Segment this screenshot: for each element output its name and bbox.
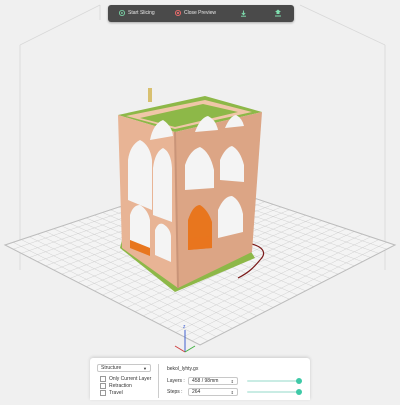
export-icon — [274, 9, 281, 17]
start-slicing-label: Start Slicing — [128, 10, 155, 16]
close-preview-label: Close Preview — [184, 10, 216, 16]
file-name: bekol_lyhty.gx — [167, 366, 199, 372]
chevron-down-icon: ▼ — [143, 365, 147, 371]
layers-label: Layers : — [167, 378, 185, 384]
start-slicing-button[interactable]: Start Slicing — [119, 10, 155, 16]
download-icon — [240, 10, 246, 17]
checkbox[interactable] — [100, 376, 106, 382]
layers-value: 458 / 98mm — [192, 378, 219, 384]
layers-slider-handle[interactable] — [296, 378, 302, 384]
option-only-current-layer[interactable]: Only Current Layer — [100, 376, 151, 382]
close-preview-button[interactable]: Close Preview — [175, 10, 216, 16]
steps-input[interactable]: 264 ⇕ — [188, 388, 238, 396]
layers-input[interactable]: 458 / 98mm ⇕ — [188, 377, 238, 385]
stepper-icon[interactable]: ⇕ — [231, 379, 234, 384]
build-volume-scene: z — [3, 4, 397, 353]
checkbox[interactable] — [100, 390, 106, 396]
steps-slider-handle[interactable] — [296, 389, 302, 395]
close-icon — [175, 10, 181, 16]
export-button[interactable] — [274, 9, 283, 17]
panel-divider — [158, 364, 159, 398]
option-travel[interactable]: Travel — [100, 390, 123, 396]
preview-toolbar: Start Slicing Close Preview — [108, 5, 294, 22]
view-mode-value: Structure — [101, 365, 122, 371]
steps-label: Steps : — [167, 389, 183, 395]
steps-slider[interactable] — [247, 389, 302, 395]
layers-slider[interactable] — [247, 378, 302, 384]
steps-value: 264 — [192, 389, 201, 395]
stepper-icon[interactable]: ⇕ — [231, 390, 234, 395]
preview-control-panel: Structure ▼ Only Current Layer Retractio… — [90, 358, 310, 400]
download-button[interactable] — [240, 10, 249, 17]
view-mode-select[interactable]: Structure ▼ — [97, 364, 151, 372]
3d-preview-viewport[interactable]: z — [0, 0, 400, 400]
option-retraction[interactable]: Retraction — [100, 383, 132, 389]
checkbox[interactable] — [100, 383, 106, 389]
play-icon — [119, 10, 125, 16]
